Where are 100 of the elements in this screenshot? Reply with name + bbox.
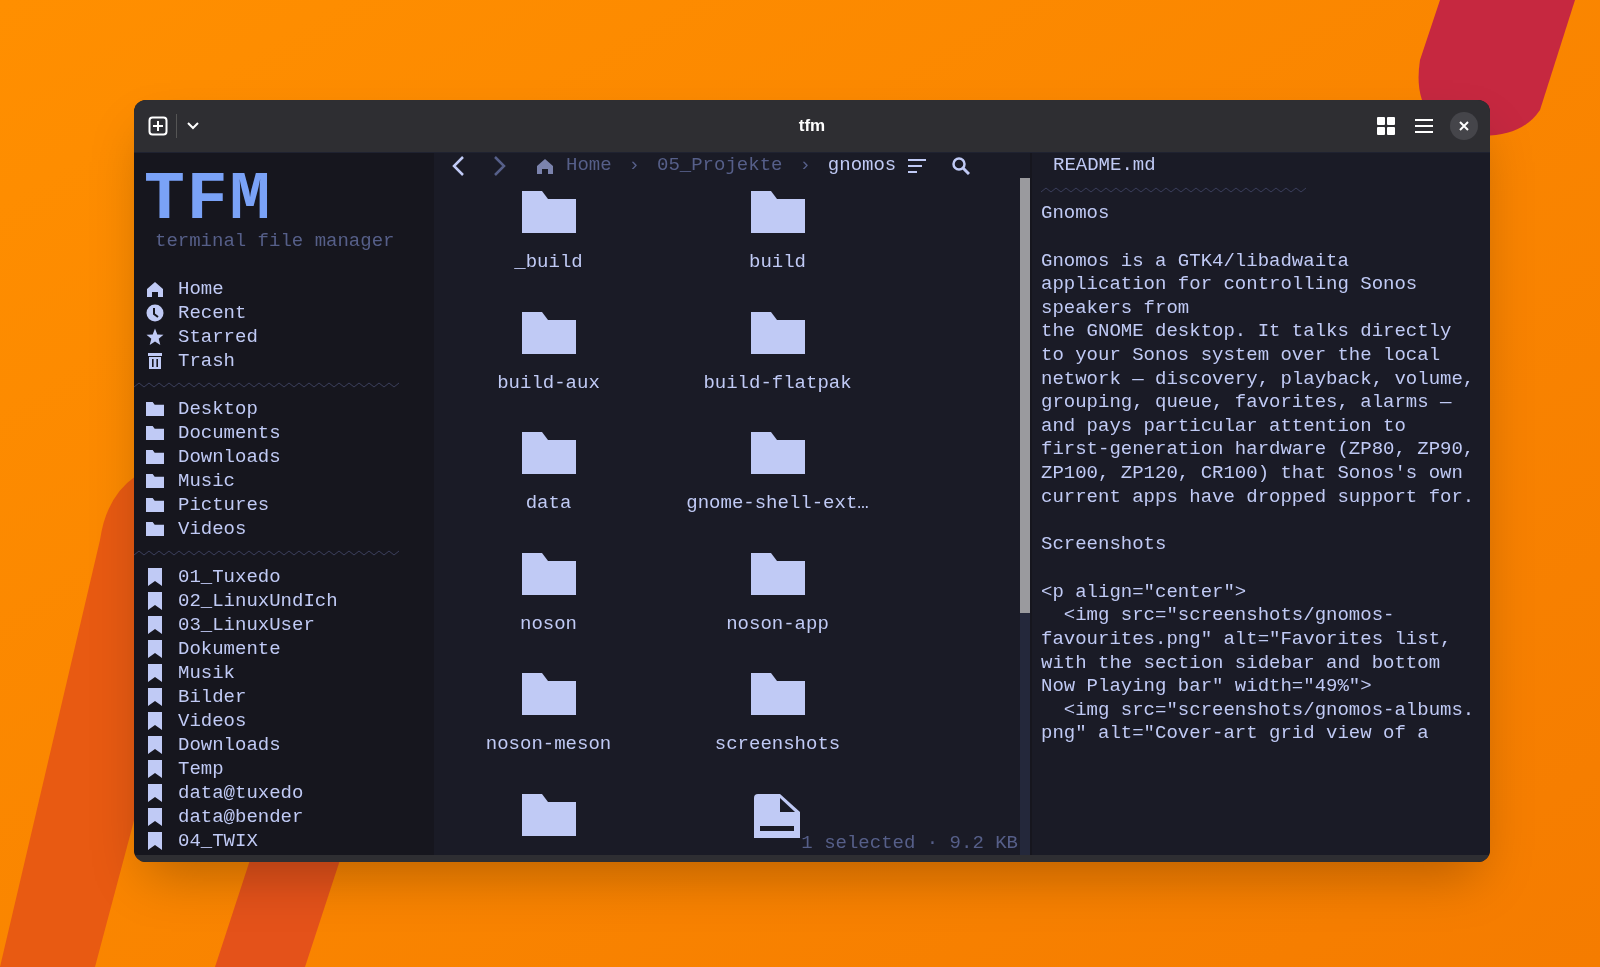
sidebar-item[interactable]: Bilder: [134, 685, 434, 709]
folder-icon: [146, 402, 164, 416]
folder-icon: [750, 552, 805, 595]
trash-icon: [146, 352, 164, 370]
folder-icon: [750, 191, 805, 233]
folder-icon: [146, 498, 164, 512]
preview-line: with the section sidebar and bottom: [1041, 651, 1441, 676]
folder-icon: [521, 432, 576, 474]
sort-button[interactable]: [908, 158, 927, 173]
preview-line: Now Playing bar" width="49%">: [1041, 675, 1372, 699]
document-icon: [753, 793, 802, 838]
sidebar-item[interactable]: Recent: [134, 301, 434, 325]
scrollbar-thumb[interactable]: [1020, 178, 1030, 613]
close-icon: [1459, 121, 1469, 131]
sidebar-item[interactable]: Home: [134, 277, 434, 301]
chevron-right-icon: [493, 154, 507, 177]
sidebar-item[interactable]: Trash: [134, 349, 434, 373]
sidebar-item[interactable]: 01_Tuxedo: [134, 565, 434, 589]
bookmark-icon: [148, 808, 162, 826]
chevron-left-icon: [451, 154, 465, 177]
sidebar-item[interactable]: Videos: [134, 517, 434, 541]
menu-icon: [1415, 119, 1433, 133]
sidebar-item[interactable]: Documents: [134, 421, 434, 445]
file-name[interactable]: build: [749, 250, 806, 274]
sidebar-item[interactable]: Downloads: [134, 445, 434, 469]
window-title: tfm: [798, 115, 826, 138]
file-name[interactable]: screenshots: [714, 732, 841, 756]
file-name[interactable]: noson-meson: [485, 732, 612, 756]
search-button[interactable]: [952, 156, 971, 175]
folder-icon: [750, 311, 805, 354]
preview-line: <img src="screenshots/gnomos-: [1062, 604, 1395, 628]
plus-icon: [148, 116, 168, 136]
sidebar-item[interactable]: data@bender: [134, 805, 434, 829]
file-name[interactable]: build-flatpak: [703, 370, 852, 395]
file-name[interactable]: gnome-shell-ext…: [686, 491, 869, 515]
preview-line: favourites.png" alt="Favorites list,: [1041, 627, 1452, 652]
bookmark-icon: [148, 592, 162, 610]
preview-line: network — discovery, playback, volume,: [1041, 367, 1475, 392]
preview-line: speakers from: [1041, 296, 1190, 321]
sidebar-item[interactable]: Starred: [134, 325, 434, 349]
preview-line: Gnomos is a GTK4/libadwaita: [1041, 249, 1349, 274]
file-name[interactable]: noson: [520, 611, 577, 636]
chevron-down-icon: [187, 122, 199, 130]
home-icon: [146, 280, 164, 298]
sort-icon: [908, 158, 927, 173]
bookmark-icon: [148, 640, 162, 658]
sidebar-item[interactable]: 03_LinuxUser: [134, 613, 434, 637]
preview-line: Gnomos: [1041, 202, 1110, 226]
app-logo: TFM: [143, 171, 273, 229]
folder-icon: [750, 673, 805, 715]
sidebar-item[interactable]: Dokumente: [134, 637, 434, 661]
preview-line: the GNOME desktop. It talks directly: [1041, 320, 1452, 344]
breadcrumb-item[interactable]: gnomos: [827, 153, 897, 180]
preview-line: ZP100, ZP120, CR100) that Sonos's own: [1041, 461, 1463, 486]
sidebar-item[interactable]: Downloads: [134, 733, 434, 757]
file-name[interactable]: build-aux: [497, 370, 600, 395]
sidebar-item[interactable]: data@tuxedo: [134, 781, 434, 805]
breadcrumb-separator: ›: [628, 153, 640, 179]
sidebar-item[interactable]: Pictures: [134, 493, 434, 517]
bookmark-icon: [148, 784, 162, 802]
app-subtitle: terminal file manager: [154, 229, 395, 253]
file-name[interactable]: data: [525, 491, 572, 515]
sidebar-item[interactable]: Videos: [134, 709, 434, 733]
search-icon: [952, 156, 971, 175]
bookmark-icon: [148, 568, 162, 586]
preview-line: Screenshots: [1041, 533, 1167, 557]
preview-line: grouping, queue, favorites, alarms —: [1041, 391, 1452, 415]
star-icon: [146, 328, 164, 346]
bookmark-icon: [148, 664, 162, 682]
close-button[interactable]: [1450, 112, 1478, 140]
preview-line: first-generation hardware (ZP80, ZP90,: [1041, 438, 1475, 462]
clock-icon: [146, 304, 164, 322]
sidebar-item[interactable]: Desktop: [134, 397, 434, 421]
preview-line: application for controlling Sonos: [1041, 273, 1418, 297]
preview-line: to your Sonos system over the local: [1041, 343, 1441, 368]
folder-icon: [521, 191, 576, 233]
new-tab-button[interactable]: [146, 114, 170, 138]
sidebar-item[interactable]: Temp: [134, 757, 434, 781]
folder-icon: [146, 450, 164, 464]
folder-icon: [146, 474, 164, 488]
folder-icon: [146, 426, 164, 440]
sidebar-item[interactable]: 04_TWIX: [134, 829, 434, 853]
bookmark-icon: [148, 736, 162, 754]
breadcrumb-separator: ›: [799, 153, 811, 179]
preview-line: and pays particular attention to: [1041, 414, 1406, 439]
sidebar-item[interactable]: 02_LinuxUndIch: [134, 589, 434, 613]
bookmark-icon: [148, 760, 162, 778]
folder-icon: [146, 522, 164, 536]
preview-line: current apps have dropped support for.: [1041, 485, 1475, 510]
preview-title: README.md: [1052, 153, 1156, 178]
bookmark-icon: [148, 688, 162, 706]
sidebar-item[interactable]: Music: [134, 469, 434, 493]
preview-line: <p align="center">: [1041, 580, 1247, 605]
file-name[interactable]: noson-app: [726, 611, 829, 636]
sidebar-item[interactable]: Musik: [134, 661, 434, 685]
bookmark-icon: [148, 712, 162, 730]
folder-icon: [521, 311, 576, 354]
preview-line: <img src="screenshots/gnomos-albums.: [1062, 698, 1475, 723]
file-name[interactable]: _build: [514, 250, 583, 274]
bookmark-icon: [148, 832, 162, 850]
